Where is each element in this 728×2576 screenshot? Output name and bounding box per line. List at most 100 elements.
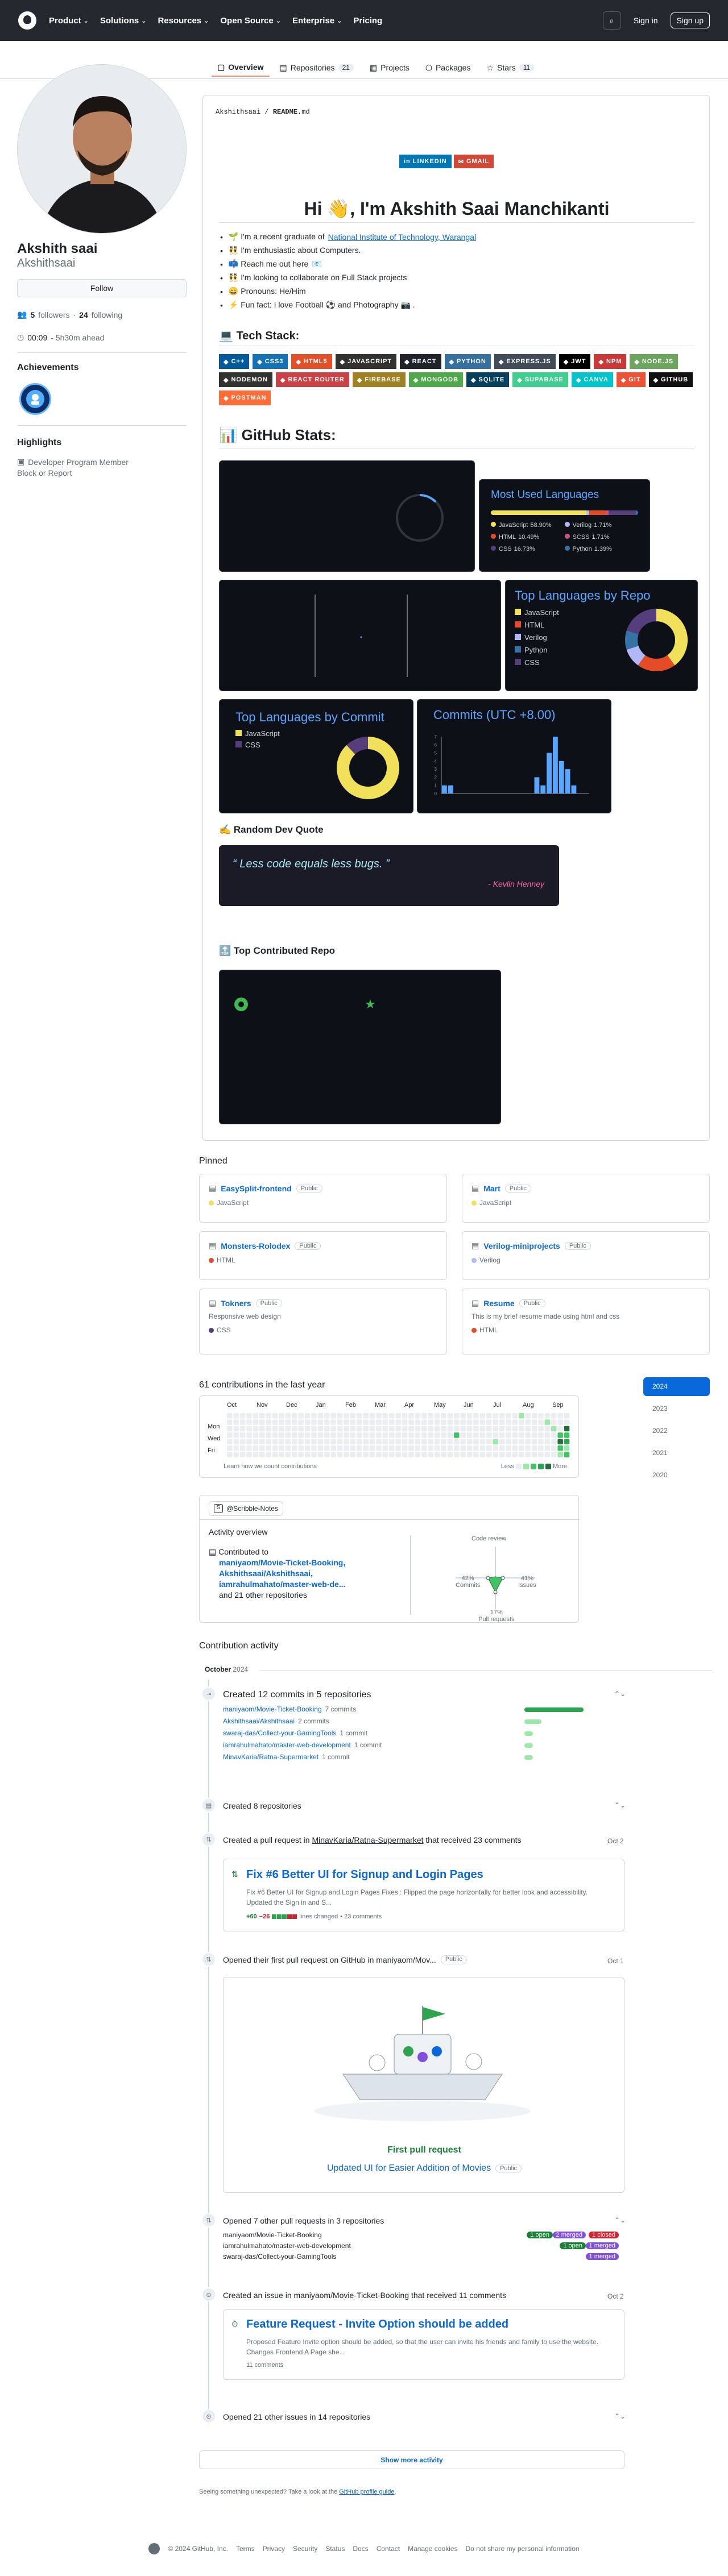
contribution-cell[interactable] <box>344 1445 349 1451</box>
sign-up-button[interactable]: Sign up <box>670 13 710 28</box>
contribution-cell[interactable] <box>551 1452 557 1457</box>
contribution-cell[interactable] <box>246 1432 252 1438</box>
contribution-cell[interactable] <box>499 1452 505 1457</box>
contribution-cell[interactable] <box>239 1426 246 1432</box>
contribution-cell[interactable] <box>350 1445 356 1451</box>
contribution-cell[interactable] <box>486 1419 492 1425</box>
commit-repo-link[interactable]: Akshithsaai/Akshithsaai <box>223 1717 295 1725</box>
linkedin-badge[interactable]: in LINKEDIN <box>399 155 452 168</box>
contribution-cell[interactable] <box>246 1452 252 1457</box>
readme-owner[interactable]: Akshithsaai <box>216 108 260 116</box>
contribution-cell[interactable] <box>408 1445 414 1451</box>
first-pr-link[interactable]: Updated UI for Easier Addition of Movies <box>327 2163 491 2174</box>
contribution-cell[interactable] <box>460 1452 466 1457</box>
contribution-cell[interactable] <box>493 1439 498 1445</box>
contribution-cell[interactable] <box>246 1419 252 1425</box>
year-2024[interactable]: 2024 <box>643 1377 710 1396</box>
contribution-cell[interactable] <box>479 1452 486 1457</box>
contribution-cell[interactable] <box>389 1432 395 1438</box>
contribution-cell[interactable] <box>408 1413 414 1419</box>
contribution-cell[interactable] <box>493 1413 498 1419</box>
contribution-cell[interactable] <box>382 1439 388 1445</box>
commit-repo-link[interactable]: MinavKaria/Ratna-Supermarket <box>223 1753 318 1761</box>
tech-badge[interactable]: ◆ JWT <box>559 354 591 369</box>
contribution-cell[interactable] <box>428 1413 433 1419</box>
contribution-cell[interactable] <box>486 1445 492 1451</box>
contribution-cell[interactable] <box>350 1419 356 1425</box>
contribution-cell[interactable] <box>395 1452 401 1457</box>
contribution-cell[interactable] <box>376 1426 382 1432</box>
contribution-cell[interactable] <box>557 1452 563 1457</box>
contribution-cell[interactable] <box>454 1439 460 1445</box>
contribution-cell[interactable] <box>227 1452 233 1457</box>
contribution-cell[interactable] <box>493 1445 498 1451</box>
contribution-cell[interactable] <box>395 1432 401 1438</box>
contribution-cell[interactable] <box>317 1426 324 1432</box>
contribution-cell[interactable] <box>519 1419 524 1425</box>
contribution-cell[interactable] <box>519 1432 524 1438</box>
contribution-cell[interactable] <box>395 1439 401 1445</box>
contribution-cell[interactable] <box>473 1419 479 1425</box>
contribution-cell[interactable] <box>434 1445 440 1451</box>
tech-badge[interactable]: ◆ SUPABASE <box>512 372 568 387</box>
contribution-cell[interactable] <box>428 1439 433 1445</box>
contribution-cell[interactable] <box>408 1419 414 1425</box>
contribution-cell[interactable] <box>512 1413 518 1419</box>
contribution-cell[interactable] <box>395 1426 401 1432</box>
contribution-cell[interactable] <box>441 1426 446 1432</box>
contribution-cell[interactable] <box>551 1432 557 1438</box>
contribution-cell[interactable] <box>350 1432 356 1438</box>
pr-repo[interactable]: swaraj-das/Collect-your-GamingTools <box>223 2253 336 2261</box>
contribution-cell[interactable] <box>473 1445 479 1451</box>
tech-badge[interactable]: ◆ CANVA <box>572 372 613 387</box>
contribution-cell[interactable] <box>253 1439 259 1445</box>
contribution-cell[interactable] <box>551 1419 557 1425</box>
contribution-cell[interactable] <box>324 1426 330 1432</box>
contribution-cell[interactable] <box>324 1439 330 1445</box>
contribution-cell[interactable] <box>402 1452 408 1457</box>
contribution-cell[interactable] <box>557 1426 563 1432</box>
contribution-cell[interactable] <box>486 1452 492 1457</box>
contribution-cell[interactable] <box>395 1445 401 1451</box>
contribution-cell[interactable] <box>512 1452 518 1457</box>
contribution-cell[interactable] <box>421 1439 427 1445</box>
contribution-cell[interactable] <box>233 1439 239 1445</box>
followers-count[interactable]: 5 <box>30 310 35 319</box>
contribution-cell[interactable] <box>466 1452 473 1457</box>
contribution-cell[interactable] <box>519 1413 524 1419</box>
contribution-cell[interactable] <box>363 1445 369 1451</box>
contribution-cell[interactable] <box>447 1432 453 1438</box>
contribution-cell[interactable] <box>447 1413 453 1419</box>
contribution-cell[interactable] <box>421 1426 427 1432</box>
contribution-cell[interactable] <box>421 1445 427 1451</box>
contribution-cell[interactable] <box>311 1439 317 1445</box>
contribution-cell[interactable] <box>408 1432 414 1438</box>
contribution-cell[interactable] <box>544 1445 551 1451</box>
nav-resources[interactable]: Resources ⌄ <box>158 16 209 26</box>
contribution-cell[interactable] <box>434 1432 440 1438</box>
contribution-cell[interactable] <box>311 1445 317 1451</box>
contribution-cell[interactable] <box>538 1413 544 1419</box>
contribution-cell[interactable] <box>538 1419 544 1425</box>
contribution-cell[interactable] <box>415 1426 421 1432</box>
contribution-cell[interactable] <box>233 1419 239 1425</box>
contribution-cell[interactable] <box>317 1419 324 1425</box>
org-filter[interactable]: S @Scribble-Notes <box>209 1501 283 1516</box>
contribution-cell[interactable] <box>402 1419 408 1425</box>
contribution-cell[interactable] <box>239 1452 246 1457</box>
expand-icon[interactable]: ⌃⌄ <box>614 2216 626 2224</box>
contribution-cell[interactable] <box>460 1445 466 1451</box>
contribution-cell[interactable] <box>454 1452 460 1457</box>
tech-badge[interactable]: ◆ POSTMAN <box>219 390 271 405</box>
pr-card-title[interactable]: Fix #6 Better UI for Signup and Login Pa… <box>246 1868 615 1881</box>
tab-overview[interactable]: ▢ Overview <box>212 59 270 77</box>
contribution-cell[interactable] <box>415 1432 421 1438</box>
contribution-cell[interactable] <box>473 1426 479 1432</box>
contribution-cell[interactable] <box>506 1426 511 1432</box>
contribution-cell[interactable] <box>408 1426 414 1432</box>
contribution-cell[interactable] <box>304 1426 311 1432</box>
contribution-cell[interactable] <box>298 1432 304 1438</box>
contribution-cell[interactable] <box>428 1452 433 1457</box>
contribution-cell[interactable] <box>272 1439 278 1445</box>
contribution-cell[interactable] <box>292 1419 297 1425</box>
